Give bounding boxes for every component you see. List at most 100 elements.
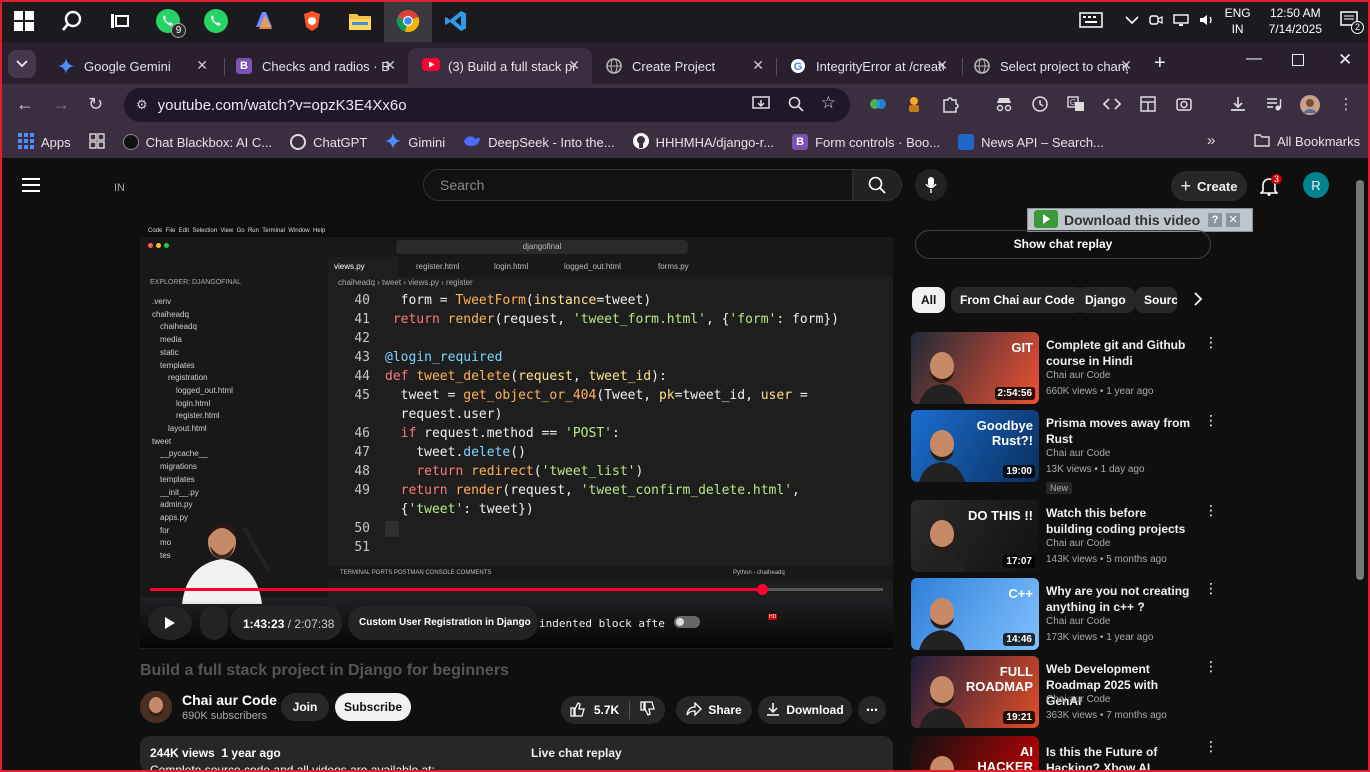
close-icon[interactable]: ✕ (1226, 213, 1241, 227)
video-channel[interactable]: Chai aur Code (1046, 616, 1110, 627)
live-chat-replay-box[interactable]: Live chat replay (522, 736, 893, 772)
tab-google-gemini[interactable]: Google Gemini ✕ (44, 48, 220, 84)
copilot-icon[interactable] (240, 0, 288, 42)
keyboard-icon[interactable] (1078, 11, 1103, 31)
video-channel[interactable]: Chai aur Code (1046, 538, 1110, 549)
thumbs-up-icon[interactable] (570, 701, 586, 720)
video-title[interactable]: Watch this before building coding projec… (1046, 505, 1196, 537)
tab-select-project[interactable]: Select project to change ✕ (960, 48, 1144, 84)
chrome-icon[interactable] (384, 0, 432, 42)
recommended-video[interactable]: GIT 2:54:56 Complete git and Github course… (911, 332, 1218, 404)
chip-from-chai-aur-code[interactable]: From Chai aur Code (951, 287, 1084, 313)
tab-create-project[interactable]: Create Project ✕ (592, 48, 776, 84)
screenshot-icon[interactable] (1174, 95, 1194, 115)
whatsapp-web-icon[interactable] (192, 0, 240, 42)
close-icon[interactable]: ✕ (568, 57, 580, 74)
play-button[interactable] (148, 606, 192, 640)
video-title[interactable]: Why are you not creating anything in c++… (1046, 583, 1196, 615)
address-bar[interactable]: ⚙ youtube.com/watch?v=opzK3E4Xx6o ☆ (124, 88, 850, 122)
video-channel[interactable]: Chai aur Code (1046, 448, 1110, 459)
tab-search-button[interactable] (8, 50, 36, 78)
reading-mode-icon[interactable] (1138, 95, 1158, 115)
search-icon[interactable] (48, 0, 96, 42)
video-channel[interactable]: Chai aur Code (1046, 694, 1110, 705)
tab-checks-radios[interactable]: B Checks and radios · Bootstrap ✕ (222, 48, 408, 84)
bookmark-apps[interactable]: Apps (18, 132, 71, 152)
extension-hand-icon[interactable] (904, 95, 924, 115)
share-button[interactable]: Share (676, 696, 752, 724)
minimize-button[interactable]: — (1246, 50, 1262, 68)
whatsapp-icon[interactable]: 9 (144, 0, 192, 42)
bookmark-tab-groups[interactable] (88, 132, 105, 152)
video-thumbnail[interactable]: GIT 2:54:56 (911, 332, 1039, 404)
tab-youtube-active[interactable]: (3) Build a full stack project ✕ (408, 48, 592, 84)
history-icon[interactable] (1030, 95, 1050, 115)
more-vertical-icon[interactable]: ⋮ (1204, 502, 1218, 519)
all-bookmarks[interactable]: All Bookmarks (1254, 133, 1360, 150)
chips-next-chevron-icon[interactable] (1193, 292, 1203, 311)
translate-icon[interactable]: G (1066, 95, 1086, 115)
extensions-puzzle-icon[interactable] (940, 95, 960, 115)
more-actions-button[interactable]: ⋯ (858, 696, 886, 724)
search-button[interactable] (852, 169, 902, 201)
video-title[interactable]: Is this the Future of Hacking? Xbow AI (1046, 744, 1196, 772)
channel-name[interactable]: Chai aur Code (182, 692, 277, 708)
incognito-icon[interactable] (994, 95, 1014, 115)
video-thumbnail[interactable]: FULL ROADMAP 19:21 (911, 656, 1039, 728)
video-thumbnail[interactable]: DO THIS !! 17:07 (911, 500, 1039, 572)
video-thumbnail[interactable]: AI HACKER IS HERE! (911, 736, 1039, 772)
notification-icon[interactable]: 2 (1340, 10, 1364, 34)
close-icon[interactable]: ✕ (936, 57, 948, 74)
video-channel[interactable]: Chai aur Code (1046, 370, 1110, 381)
bookmark-star-icon[interactable]: ☆ (821, 93, 836, 113)
meet-now-icon[interactable] (1148, 13, 1163, 30)
profile-avatar-icon[interactable] (1300, 95, 1320, 115)
code-icon[interactable] (1102, 95, 1122, 115)
video-thumbnail[interactable]: Goodbye Rust?! 19:00 (911, 410, 1039, 482)
recommended-video[interactable]: C++ 14:46 Why are you not creating anythin… (911, 578, 1218, 650)
task-view-icon[interactable] (96, 0, 144, 42)
autoplay-toggle[interactable] (674, 616, 700, 628)
account-avatar[interactable]: R (1303, 172, 1329, 198)
chrome-menu-icon[interactable]: ⋮ (1336, 95, 1356, 115)
help-icon[interactable]: ? (1208, 213, 1223, 227)
close-icon[interactable]: ✕ (384, 57, 396, 74)
windows-start-icon[interactable] (0, 0, 48, 42)
media-controls-icon[interactable] (1264, 95, 1284, 115)
more-vertical-icon[interactable]: ⋮ (1204, 658, 1218, 675)
hamburger-menu-icon[interactable] (22, 178, 40, 197)
language-indicator[interactable]: ENG IN (1225, 5, 1251, 37)
show-chat-replay-button[interactable]: Show chat replay (915, 230, 1211, 259)
download-video-bar[interactable]: Download this video ? ✕ (1027, 208, 1253, 232)
create-button[interactable]: + Create (1171, 171, 1247, 201)
restore-button[interactable] (1292, 54, 1304, 66)
close-window-button[interactable]: ✕ (1338, 50, 1352, 70)
bookmark-chatgpt[interactable]: ChatGPT (290, 134, 367, 150)
video-title[interactable]: Prisma moves away from Rust (1046, 415, 1196, 447)
bookmark-blackbox[interactable]: Chat Blackbox: AI C... (122, 134, 272, 150)
next-button[interactable] (200, 606, 228, 640)
new-tab-button[interactable]: + (1154, 52, 1166, 75)
chip-django[interactable]: Django (1076, 287, 1135, 313)
back-button[interactable]: ← (16, 94, 34, 115)
like-count[interactable]: 5.7K (594, 703, 619, 717)
subscribe-button[interactable]: Subscribe (335, 693, 411, 721)
tab-integrity-error[interactable]: G IntegrityError at /create ✕ (776, 48, 960, 84)
downloads-icon[interactable] (1228, 95, 1248, 115)
site-info-icon[interactable]: ⚙ (136, 97, 148, 113)
bookmarks-overflow-icon[interactable]: » (1207, 132, 1215, 149)
install-app-icon[interactable] (752, 95, 770, 117)
close-icon[interactable]: ✕ (196, 57, 208, 74)
chip-source[interactable]: Source (1135, 287, 1177, 313)
voice-search-button[interactable] (915, 169, 947, 201)
extension-colorful-icon[interactable] (868, 95, 888, 115)
file-explorer-icon[interactable] (336, 0, 384, 42)
reload-button[interactable]: ↻ (88, 94, 103, 115)
chevron-up-icon[interactable] (1125, 14, 1139, 28)
close-icon[interactable]: ✕ (752, 57, 764, 74)
bookmark-gimini[interactable]: Gimini (385, 132, 445, 152)
more-vertical-icon[interactable]: ⋮ (1204, 334, 1218, 351)
bookmark-github[interactable]: HHHMHA/django-r... (632, 132, 774, 152)
video-title[interactable]: Complete git and Github course in Hindi (1046, 337, 1196, 369)
network-icon[interactable] (1172, 13, 1189, 30)
